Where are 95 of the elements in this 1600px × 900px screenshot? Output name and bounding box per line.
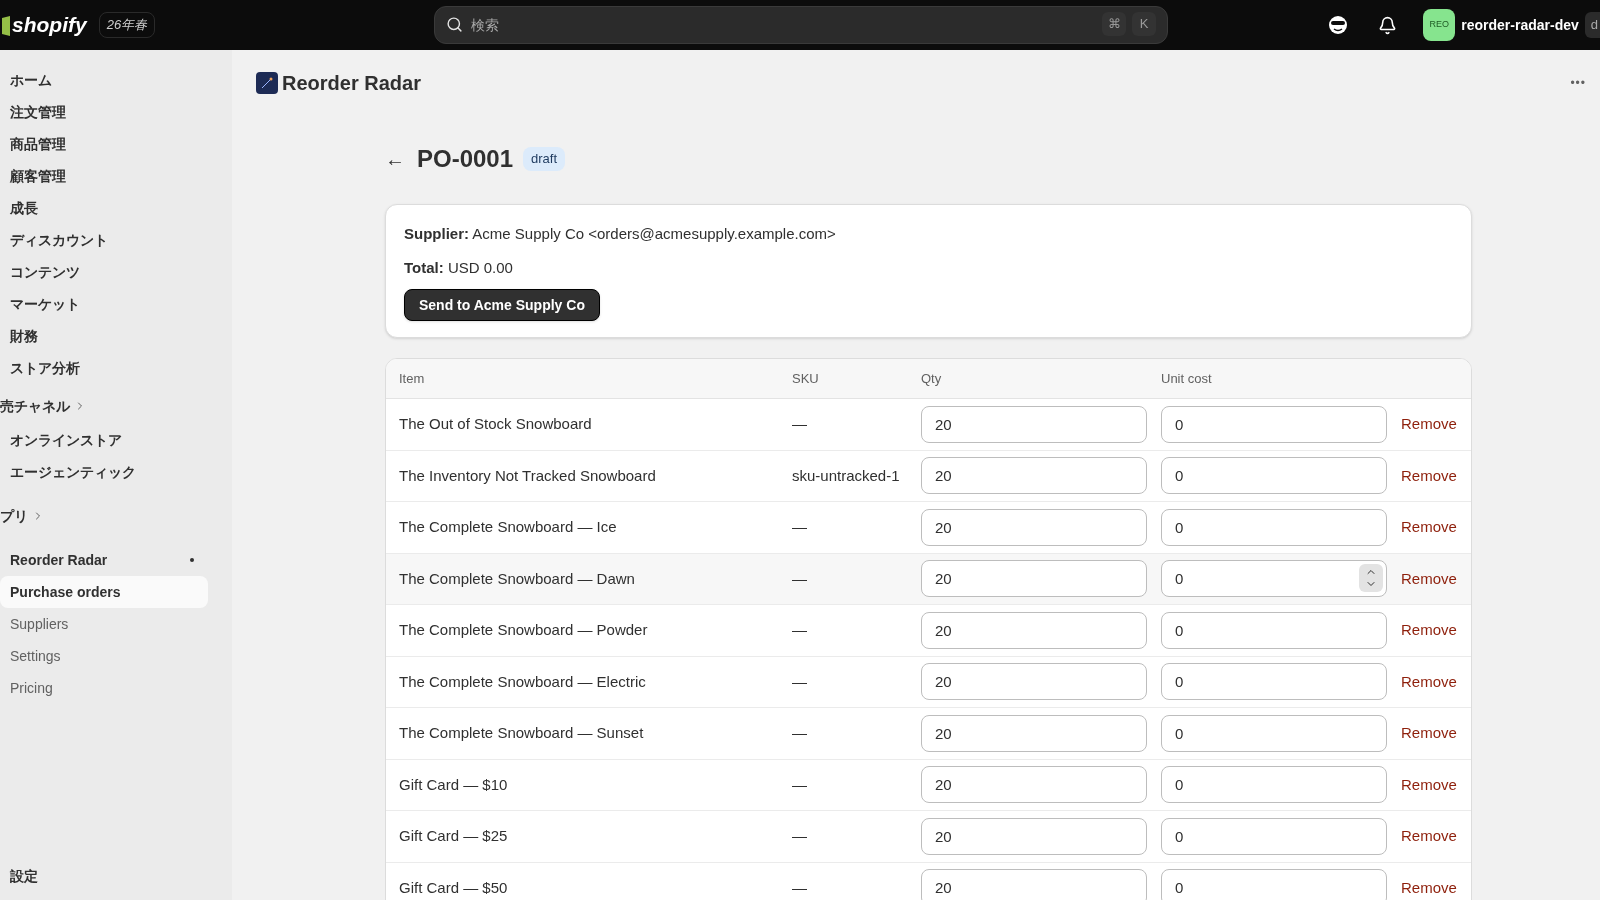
column-header: Qty [921, 369, 943, 388]
app-name[interactable]: Reorder Radar [10, 549, 108, 571]
notification-icon[interactable] [1378, 15, 1398, 35]
shortcut-key: ⌘ [1102, 12, 1126, 36]
section-title[interactable]: 売チャネル [0, 395, 70, 417]
nav-item[interactable]: Purchase orders [0, 576, 208, 608]
item-cell-text: Gift Card — $50 [398, 877, 509, 898]
unit-cost-field[interactable]: 0 [1161, 869, 1387, 900]
sku-cell-text: — [792, 774, 808, 795]
nav-item[interactable]: 顧客管理 [0, 160, 208, 192]
nav-item[interactable]: コンテンツ [0, 256, 208, 288]
nav-item[interactable]: Pricing [0, 672, 208, 704]
column-header: Item [398, 369, 426, 388]
item-cell-text: Gift Card — $10 [398, 774, 509, 795]
unit-cost-field[interactable]: 0 [1161, 560, 1387, 598]
page-title: PO-0001 [417, 144, 514, 174]
remove-link[interactable]: Remove [1401, 567, 1457, 590]
remove-link[interactable]: Remove [1401, 670, 1457, 693]
item-cell-text: The Complete Snowboard — Ice [398, 517, 618, 537]
nav-item[interactable]: 注文管理 [0, 96, 208, 128]
remove-link[interactable]: Remove [1401, 413, 1457, 436]
qty-field[interactable]: 20 [921, 405, 1147, 443]
qty-field[interactable]: 20 [921, 508, 1147, 546]
app-title: Reorder Radar [282, 71, 421, 96]
item-cell-text: The Out of Stock Snowboard [398, 414, 593, 434]
remove-link[interactable]: Remove [1401, 773, 1457, 796]
sku-cell-text: — [792, 826, 808, 846]
remove-link[interactable]: Remove [1401, 516, 1457, 539]
sku-cell-text: — [792, 877, 808, 898]
sku-cell-text: — [792, 414, 808, 434]
shortcut-key: K [1132, 12, 1156, 36]
nav-item[interactable]: ホーム [0, 64, 208, 96]
more-menu[interactable]: ••• [1570, 74, 1586, 92]
nav-item[interactable]: マーケット [0, 288, 208, 320]
nav-item[interactable]: 商品管理 [0, 128, 208, 160]
column-header: Unit cost [1161, 369, 1213, 388]
section-title[interactable]: プリ [0, 505, 28, 527]
item-cell-text: The Complete Snowboard — Sunset [398, 723, 645, 743]
qty-field[interactable]: 20 [921, 714, 1147, 752]
sku-cell-text: — [792, 723, 808, 743]
shopify-bag-icon [2, 14, 10, 36]
edition-badge: 26年春 [98, 12, 156, 38]
column-header: SKU [792, 369, 820, 388]
item-cell-text: The Complete Snowboard — Powder [398, 620, 649, 640]
qty-field[interactable]: 20 [921, 611, 1147, 649]
nav-item[interactable]: 成長 [0, 192, 208, 224]
send-button[interactable]: Send to Acme Supply Co [404, 289, 600, 321]
remove-link[interactable]: Remove [1401, 825, 1457, 848]
mascot-icon[interactable] [1328, 15, 1349, 35]
qty-field[interactable]: 20 [921, 766, 1147, 804]
qty-field[interactable]: 20 [921, 663, 1147, 701]
qty-field[interactable]: 20 [921, 817, 1147, 855]
unit-cost-field[interactable]: 0 [1161, 457, 1387, 495]
remove-link[interactable]: Remove [1401, 619, 1457, 642]
nav-item[interactable]: ディスカウント [0, 224, 208, 256]
nav-item[interactable]: Suppliers [0, 608, 208, 640]
sku-cell-text: — [792, 517, 808, 537]
nav-item[interactable]: Settings [0, 640, 208, 672]
sku-cell-text: sku-untracked-1 [792, 465, 901, 486]
unit-cost-field[interactable]: 0 [1161, 766, 1387, 804]
item-cell-text: The Complete Snowboard — Electric [398, 671, 647, 692]
unit-cost-field[interactable]: 0 [1161, 611, 1387, 649]
search-icon [446, 16, 463, 33]
sku-cell-text: — [792, 568, 808, 589]
qty-field[interactable]: 20 [921, 560, 1147, 598]
settings-link[interactable]: 設定 [10, 868, 38, 884]
nav-item[interactable]: オンラインストア [0, 424, 208, 456]
stepper-icon[interactable] [1359, 564, 1383, 593]
store-avatar[interactable]: REO [1423, 9, 1456, 41]
remove-link[interactable]: Remove [1401, 876, 1457, 899]
nav-item[interactable]: エージェンティック [0, 456, 208, 488]
unit-cost-field[interactable]: 0 [1161, 405, 1387, 443]
logo[interactable]: shopify [12, 9, 87, 41]
sku-cell-text: — [792, 671, 808, 692]
back-arrow[interactable]: ← [385, 144, 405, 174]
app-logo-icon [256, 72, 278, 94]
total-text: Total: USD 0.00 [404, 257, 513, 278]
status-badge: draft [523, 147, 566, 171]
sku-cell-text: — [792, 620, 808, 640]
unit-cost-field[interactable]: 0 [1161, 817, 1387, 855]
nav-item[interactable]: ストア分析 [0, 352, 208, 384]
qty-field[interactable]: 20 [921, 869, 1147, 900]
unit-cost-field[interactable]: 0 [1161, 663, 1387, 701]
item-cell-text: The Inventory Not Tracked Snowboard [398, 465, 657, 486]
item-cell-text: Gift Card — $25 [398, 826, 509, 846]
unit-cost-field[interactable]: 0 [1161, 714, 1387, 752]
store-badge: d [1584, 12, 1600, 38]
remove-link[interactable]: Remove [1401, 464, 1457, 487]
store-name[interactable]: reorder-radar-dev [1461, 14, 1579, 36]
unit-cost-field[interactable]: 0 [1161, 508, 1387, 546]
supplier-text: Supplier: Acme Supply Co <orders@acmesupply.example.com> [404, 224, 836, 244]
qty-field[interactable]: 20 [921, 457, 1147, 495]
nav-item[interactable]: 財務 [0, 320, 208, 352]
item-cell-text: The Complete Snowboard — Dawn [398, 568, 636, 589]
remove-link[interactable]: Remove [1401, 722, 1457, 745]
